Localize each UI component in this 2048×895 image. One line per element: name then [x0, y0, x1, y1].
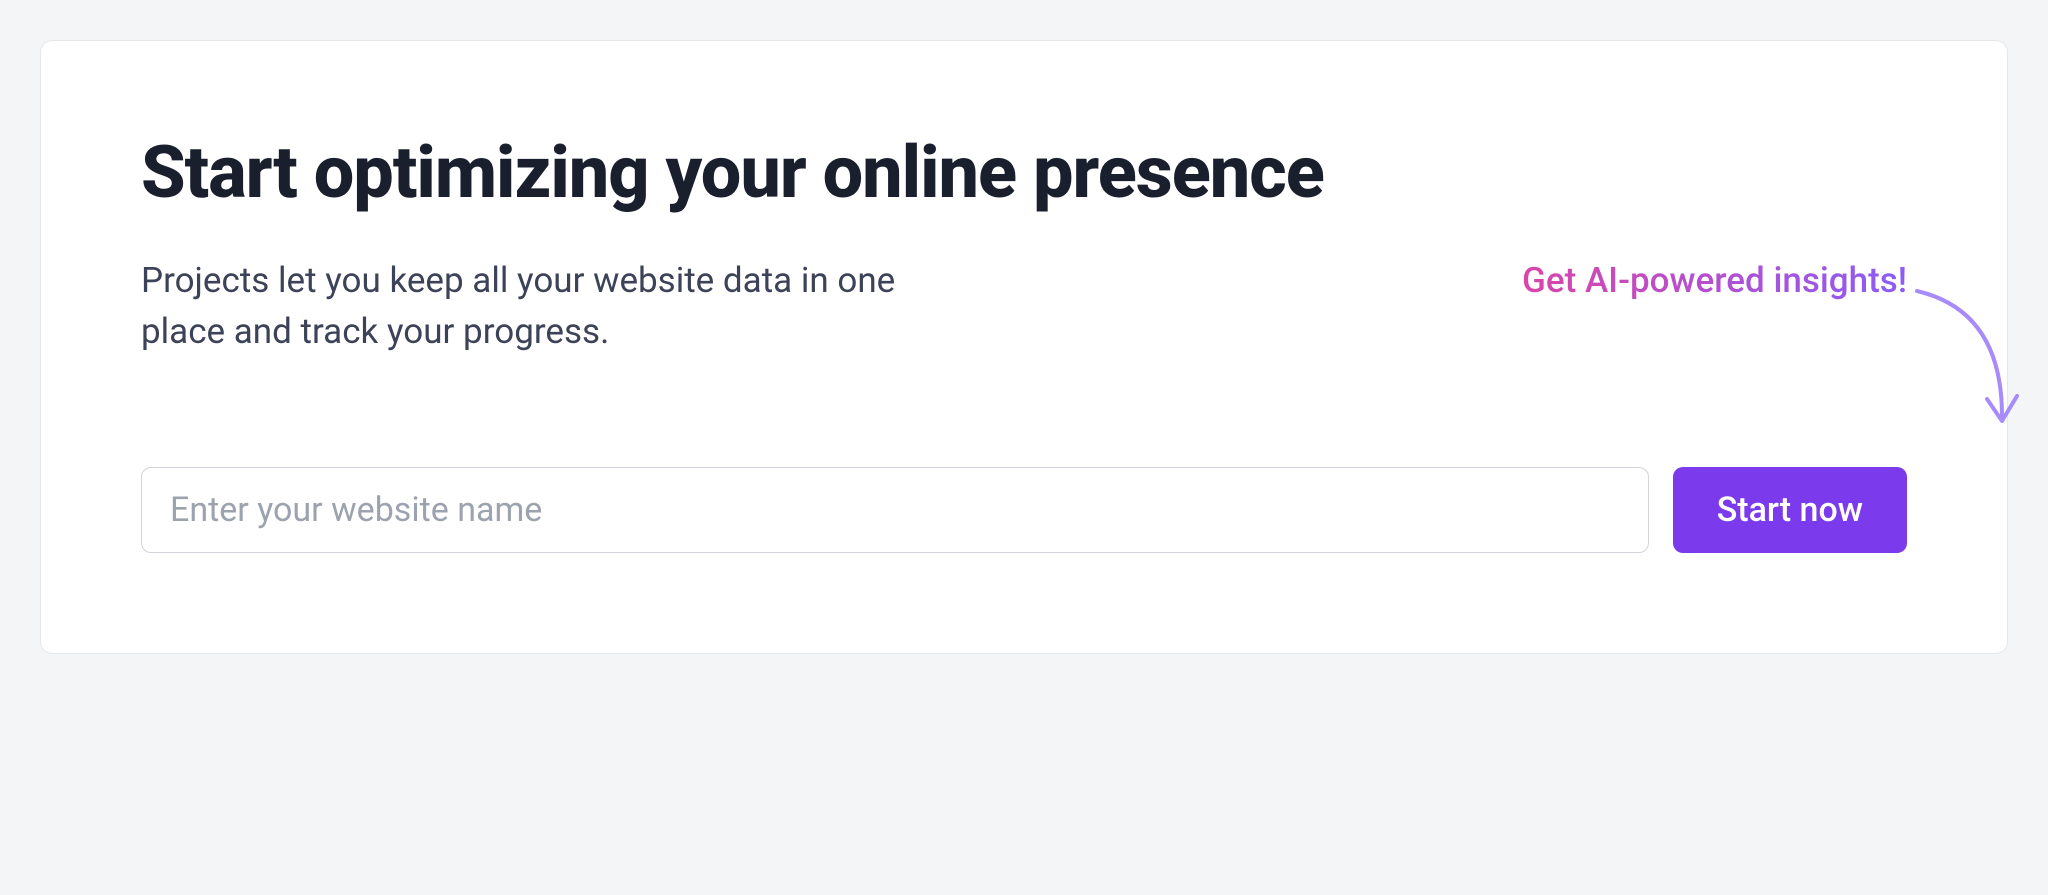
input-row: Start now	[141, 467, 1907, 553]
arrow-down-icon	[1907, 281, 2027, 441]
hero-card: Start optimizing your online presence Pr…	[40, 40, 2008, 654]
ai-insights-callout: Get AI-powered insights!	[1522, 256, 1907, 307]
hero-content-row: Projects let you keep all your website d…	[141, 256, 1907, 358]
website-name-input[interactable]	[141, 467, 1649, 553]
start-now-button[interactable]: Start now	[1673, 467, 1907, 553]
callout-wrap: Get AI-powered insights!	[1522, 256, 1907, 307]
hero-heading: Start optimizing your online presence	[141, 131, 1341, 216]
hero-subtitle: Projects let you keep all your website d…	[141, 256, 901, 358]
